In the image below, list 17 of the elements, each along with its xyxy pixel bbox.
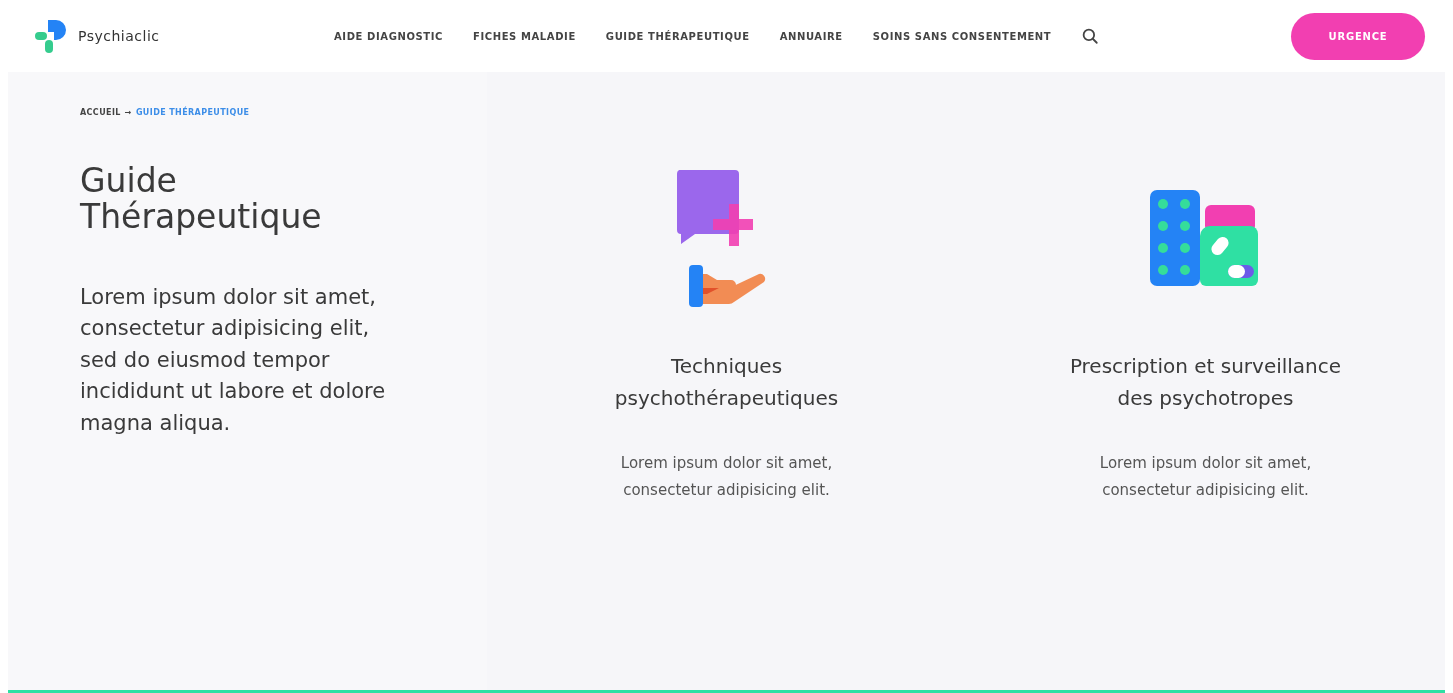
- nav-link[interactable]: GUIDE THÉRAPEUTIQUE: [605, 30, 750, 42]
- breadcrumb-link[interactable]: ACCUEIL: [80, 108, 121, 117]
- nav-link[interactable]: ANNUAIRE: [779, 30, 843, 42]
- page-title: Guide Thérapeutique: [80, 163, 323, 236]
- card-title: Prescription et surveillance des psychotropes: [1068, 353, 1343, 412]
- category-card[interactable]: Techniques psychothérapeutiques Lorem ipsum dolor sit amet, consectetur adipisicing elit.: [487, 72, 966, 690]
- card-text: Lorem ipsum dolor sit amet, consectetur adipisicing elit.: [619, 453, 834, 501]
- card-title: Techniques psychothérapeutiques: [613, 353, 840, 412]
- intro-text: Lorem ipsum dolor sit amet, consectetur adipisicing elit, sed do eiusmod tempor incididunt ut labore et dolore magna aliqua.: [80, 283, 387, 437]
- card-text: Lorem ipsum dolor sit amet, consectetur adipisicing elit.: [1098, 453, 1313, 501]
- breadcrumb-separator: →: [124, 108, 132, 117]
- nav-link[interactable]: FICHES MALADIE: [473, 30, 576, 42]
- search-icon[interactable]: [1081, 27, 1100, 45]
- nav-link[interactable]: AIDE DIAGNOSTIC: [334, 30, 443, 42]
- category-card[interactable]: Prescription et surveillance des psychotropes Lorem ipsum dolor sit amet, consectetur adipisicing elit.: [966, 72, 1445, 690]
- logo-text[interactable]: Psychiaclic: [78, 28, 160, 44]
- nav-link[interactable]: SOINS SANS CONSENTEMENT: [872, 30, 1052, 42]
